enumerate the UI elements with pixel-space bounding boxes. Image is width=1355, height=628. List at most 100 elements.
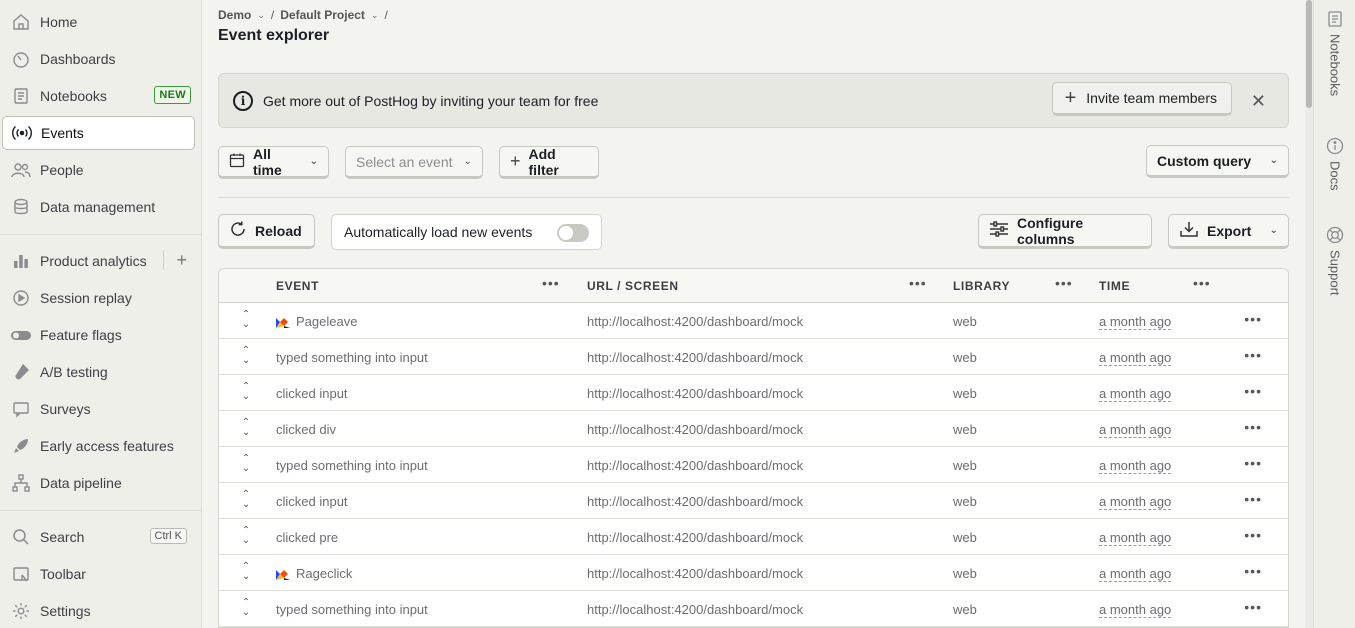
sidebar-item-session-replay[interactable]: Session replay xyxy=(2,281,195,315)
more-horizontal-icon[interactable]: ••• xyxy=(1193,275,1211,291)
rail-label: Support xyxy=(1327,250,1343,296)
expand-row-icon[interactable]: ⌃ ⌄ xyxy=(239,490,253,512)
gear-icon xyxy=(10,600,32,622)
add-filter-button[interactable]: + Add filter xyxy=(499,146,599,179)
table-row[interactable]: ⌃ ⌄ clicked input http://localhost:4200/das… xyxy=(219,483,1288,519)
notebook-icon xyxy=(10,85,32,107)
sidebar-item-data-management[interactable]: Data management xyxy=(2,190,195,224)
more-horizontal-icon[interactable]: ••• xyxy=(1244,527,1262,543)
expand-row-icon[interactable]: ⌃ ⌄ xyxy=(239,346,253,368)
time-cell[interactable]: a month ago xyxy=(1099,567,1172,582)
breadcrumb-separator: / xyxy=(384,8,388,22)
more-horizontal-icon[interactable]: ••• xyxy=(1244,347,1262,363)
expand-row-icon[interactable]: ⌃ ⌄ xyxy=(239,526,253,548)
library-cell: web xyxy=(953,386,977,401)
rail-item-support[interactable]: Support xyxy=(1314,226,1355,296)
table-row[interactable]: ⌃ ⌄ Pageleave http://localhost:4200/dashboa… xyxy=(219,303,1288,339)
chevron-down-icon[interactable]: ⌄ xyxy=(371,10,379,21)
sidebar-item-feature-flags[interactable]: Feature flags xyxy=(2,318,195,352)
expand-row-icon[interactable]: ⌃ ⌄ xyxy=(239,310,253,332)
sidebar-item-search[interactable]: Search Ctrl K xyxy=(2,520,195,554)
table-row[interactable]: ⌃ ⌄ typed something into input http://local… xyxy=(219,591,1288,627)
column-header-library[interactable]: LIBRARY xyxy=(953,279,1010,293)
sidebar-item-toolbar[interactable]: Toolbar xyxy=(2,557,195,591)
expand-row-icon[interactable]: ⌃ ⌄ xyxy=(239,562,253,584)
breadcrumb-project[interactable]: Default Project xyxy=(280,8,365,22)
more-horizontal-icon[interactable]: ••• xyxy=(1244,311,1262,327)
sidebar-item-dashboards[interactable]: Dashboards xyxy=(2,42,195,76)
time-cell[interactable]: a month ago xyxy=(1099,423,1172,438)
new-insight-plus-icon[interactable]: + xyxy=(163,250,187,270)
info-icon: i xyxy=(233,90,253,111)
close-icon[interactable]: ✕ xyxy=(1251,91,1266,112)
dashboard-icon xyxy=(10,48,32,70)
more-horizontal-icon[interactable]: ••• xyxy=(1244,419,1262,435)
sidebar-item-surveys[interactable]: Surveys xyxy=(2,392,195,426)
rail-item-notebooks[interactable]: Notebooks xyxy=(1314,10,1355,96)
chevron-down-icon: ⌄ xyxy=(309,156,318,167)
posthog-logo-icon xyxy=(276,566,296,582)
sidebar-item-events[interactable]: Events xyxy=(2,116,195,150)
sidebar-item-notebooks[interactable]: Notebooks NEW xyxy=(2,79,195,113)
custom-query-button[interactable]: Custom query ⌄ xyxy=(1146,145,1289,178)
time-cell[interactable]: a month ago xyxy=(1099,351,1172,366)
more-horizontal-icon[interactable]: ••• xyxy=(1244,383,1262,399)
reload-button[interactable]: Reload xyxy=(218,214,315,249)
time-cell[interactable]: a month ago xyxy=(1099,531,1172,546)
more-horizontal-icon[interactable]: ••• xyxy=(1244,563,1262,579)
new-badge: NEW xyxy=(154,86,191,104)
event-name-cell: Pageleave xyxy=(296,314,358,329)
expand-row-icon[interactable]: ⌃ ⌄ xyxy=(239,418,253,440)
auto-load-toggle-container[interactable]: Automatically load new events xyxy=(331,214,602,250)
more-horizontal-icon[interactable]: ••• xyxy=(1244,599,1262,615)
chevron-down-icon: ⌄ xyxy=(1269,155,1278,166)
url-cell: http://localhost:4200/dashboard/mock xyxy=(587,458,804,473)
table-row[interactable]: ⌃ ⌄ clicked pre http://localhost:4200/dashb… xyxy=(219,519,1288,555)
column-header-time[interactable]: TIME xyxy=(1099,279,1130,293)
time-cell[interactable]: a month ago xyxy=(1099,603,1172,618)
time-cell[interactable]: a month ago xyxy=(1099,315,1172,330)
breadcrumb-org[interactable]: Demo xyxy=(218,8,251,22)
auto-load-toggle[interactable] xyxy=(557,224,589,242)
expand-row-icon[interactable]: ⌃ ⌄ xyxy=(239,454,253,476)
invite-team-button[interactable]: + Invite team members xyxy=(1051,82,1232,116)
more-horizontal-icon[interactable]: ••• xyxy=(1244,491,1262,507)
table-row[interactable]: ⌃ ⌄ clicked input http://localhost:4200/das… xyxy=(219,375,1288,411)
event-select[interactable]: Select an event ⌄ xyxy=(345,146,483,179)
more-horizontal-icon[interactable]: ••• xyxy=(1055,275,1073,291)
column-header-url[interactable]: URL / SCREEN xyxy=(587,279,679,293)
sidebar-item-product-analytics[interactable]: Product analytics + xyxy=(2,244,195,278)
configure-columns-label: Configure columns xyxy=(1017,214,1084,247)
expand-row-icon[interactable]: ⌃ ⌄ xyxy=(239,598,253,620)
scrollbar-thumb[interactable] xyxy=(1306,0,1312,108)
rail-item-docs[interactable]: Docs xyxy=(1314,137,1355,191)
configure-columns-button[interactable]: Configure columns xyxy=(978,214,1152,249)
table-row[interactable]: ⌃ ⌄ clicked div http://localhost:4200/dashb… xyxy=(219,411,1288,447)
table-row[interactable]: ⌃ ⌄ Rageclick http://localhost:4200/dashboa… xyxy=(219,555,1288,591)
time-cell[interactable]: a month ago xyxy=(1099,459,1172,474)
sidebar-item-early-access[interactable]: Early access features xyxy=(2,429,195,463)
more-horizontal-icon[interactable]: ••• xyxy=(542,275,560,291)
sidebar-item-home[interactable]: Home xyxy=(2,5,195,39)
sidebar-item-people[interactable]: People xyxy=(2,153,195,187)
page-scrollbar[interactable] xyxy=(1305,0,1313,628)
sidebar-item-label: Early access features xyxy=(40,438,174,454)
date-range-button[interactable]: All time ⌄ xyxy=(218,146,329,179)
right-side-panel: Notebooks Docs Support xyxy=(1313,0,1355,628)
more-horizontal-icon[interactable]: ••• xyxy=(1244,455,1262,471)
time-cell[interactable]: a month ago xyxy=(1099,495,1172,510)
sidebar-item-settings[interactable]: Settings xyxy=(2,594,195,628)
time-cell[interactable]: a month ago xyxy=(1099,387,1172,402)
sidebar-item-ab-testing[interactable]: A/B testing xyxy=(2,355,195,389)
column-header-event[interactable]: EVENT xyxy=(276,279,319,293)
sidebar-item-label: Settings xyxy=(40,603,91,619)
sidebar-item-data-pipeline[interactable]: Data pipeline xyxy=(2,466,195,500)
chevron-down-icon[interactable]: ⌄ xyxy=(257,10,265,21)
expand-row-icon[interactable]: ⌃ ⌄ xyxy=(239,382,253,404)
table-row[interactable]: ⌃ ⌄ typed something into input http://local… xyxy=(219,447,1288,483)
more-horizontal-icon[interactable]: ••• xyxy=(909,275,927,291)
plus-icon: + xyxy=(510,151,521,171)
export-button[interactable]: Export ⌄ xyxy=(1168,214,1289,249)
table-row[interactable]: ⌃ ⌄ typed something into input http://local… xyxy=(219,339,1288,375)
library-cell: web xyxy=(953,566,977,581)
